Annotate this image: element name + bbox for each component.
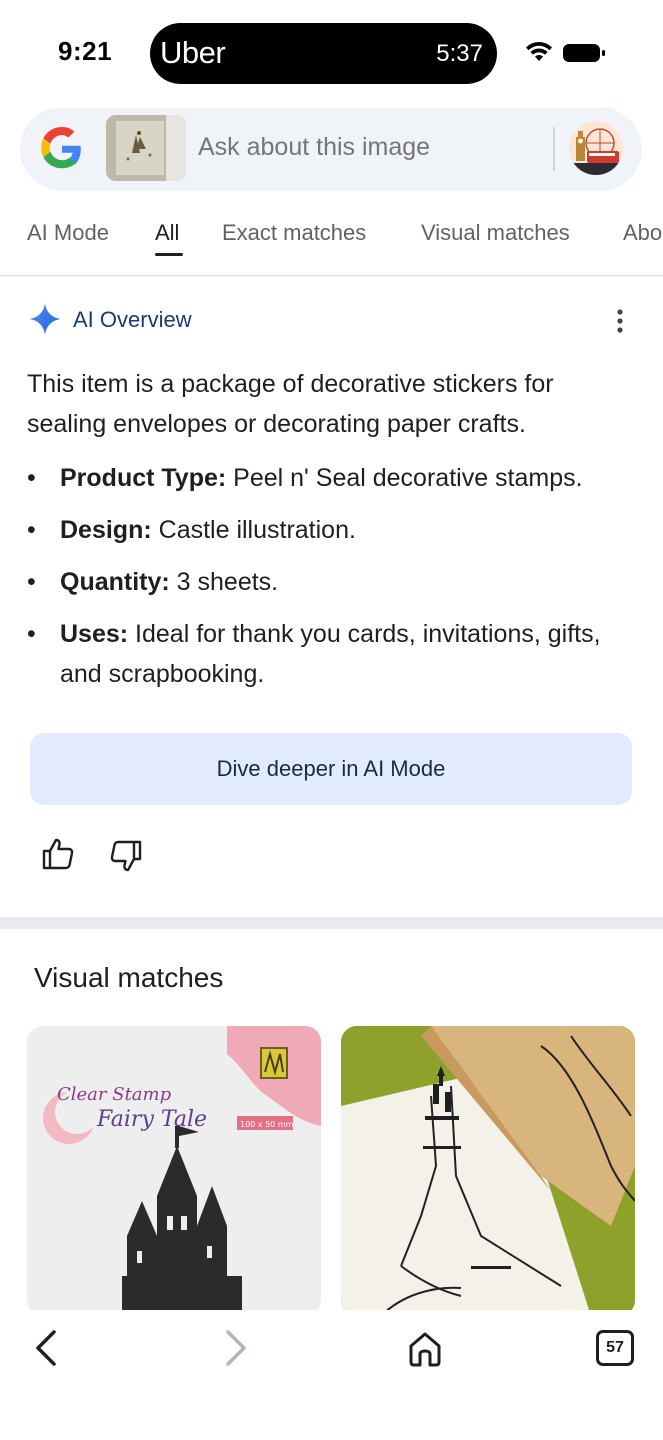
visual-match-image: Clear Stamp Fairy Tale 100 x 50 mm (27, 1026, 321, 1316)
query-image (106, 115, 186, 181)
card-brand-line2: Fairy Tale (96, 1107, 207, 1132)
status-time: 9:21 (58, 36, 113, 66)
item-text: Castle illustration. (151, 516, 356, 544)
tab-ai-mode[interactable]: AI Mode (27, 220, 109, 246)
list-item: Uses: Ideal for thank you cards, invitat… (27, 614, 637, 694)
bottom-navigation: 57 (0, 1310, 663, 1440)
visual-match-card[interactable]: Clear Stamp Fairy Tale 100 x 50 mm (27, 1026, 321, 1316)
thumbs-down-icon[interactable] (108, 838, 144, 874)
battery-icon (563, 44, 605, 62)
more-options-icon[interactable] (613, 308, 627, 334)
search-bar[interactable] (20, 107, 642, 191)
result-tabs: AI Mode All Exact matches Visual matches… (0, 200, 663, 276)
forward-icon[interactable] (218, 1328, 252, 1368)
ai-overview-summary: This item is a package of decorative sti… (27, 370, 554, 438)
thumbs-up-icon[interactable] (40, 836, 76, 872)
tab-all[interactable]: All (155, 220, 179, 246)
active-tab-indicator (155, 253, 183, 256)
tab-visual-matches[interactable]: Visual matches (421, 220, 570, 246)
ai-overview-list: Product Type: Peel n' Seal decorative st… (27, 458, 637, 706)
item-label: Quantity: (60, 568, 170, 596)
dive-deeper-button[interactable]: Dive deeper in AI Mode (30, 733, 632, 805)
profile-avatar[interactable] (569, 121, 623, 175)
visual-match-card[interactable] (341, 1026, 635, 1316)
google-g-icon[interactable] (40, 127, 84, 171)
item-text: Peel n' Seal decorative stamps. (226, 464, 583, 492)
card-brand-line1: Clear Stamp (57, 1084, 172, 1105)
list-item: Design: Castle illustration. (27, 510, 637, 550)
item-text: 3 sheets. (169, 568, 279, 596)
card-size-label: 100 x 50 mm (240, 1120, 294, 1129)
avatar-image (569, 121, 623, 175)
home-icon[interactable] (406, 1330, 444, 1368)
item-label: Uses: (60, 620, 129, 648)
live-activity-island[interactable]: Uber 5:37 (150, 23, 497, 84)
status-bar: 9:21 Uber 5:37 (0, 0, 663, 100)
visual-matches-title: Visual matches (34, 962, 224, 993)
search-input[interactable] (198, 133, 538, 162)
list-item: Quantity: 3 sheets. (27, 562, 637, 602)
back-icon[interactable] (30, 1328, 64, 1368)
live-activity-timer: 5:37 (436, 40, 483, 67)
tabs-icon[interactable]: 57 (596, 1330, 634, 1366)
item-label: Design: (60, 516, 152, 544)
tab-about[interactable]: Abo (623, 220, 662, 246)
wifi-icon (526, 41, 552, 61)
section-divider (0, 917, 663, 929)
ai-overview-header: AI Overview (28, 302, 638, 338)
item-text: Ideal for thank you cards, invitations, … (60, 620, 601, 688)
live-activity-app: Uber (160, 35, 226, 70)
sparkle-icon (29, 303, 61, 335)
query-image-thumbnail[interactable] (106, 115, 186, 181)
search-divider (553, 127, 555, 171)
visual-match-image (341, 1026, 635, 1316)
list-item: Product Type: Peel n' Seal decorative st… (27, 458, 637, 498)
ai-overview-title: AI Overview (73, 307, 192, 332)
item-label: Product Type: (60, 464, 227, 492)
tab-exact-matches[interactable]: Exact matches (222, 220, 366, 246)
